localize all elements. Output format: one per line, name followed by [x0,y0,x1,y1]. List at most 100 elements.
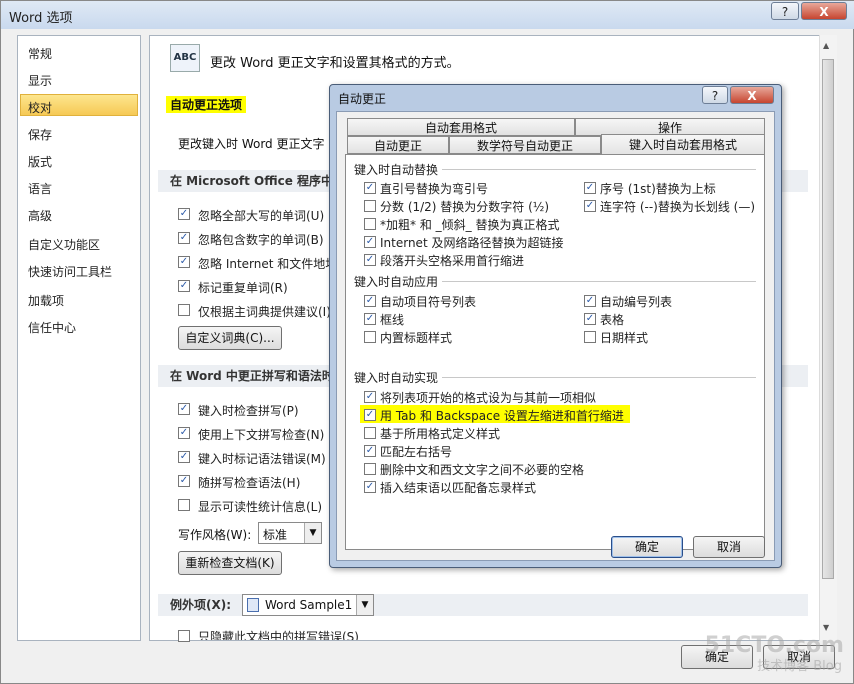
sidebar: 常规 显示 校对 保存 版式 语言 高级 自定义功能区 快速访问工具栏 加载项 … [17,35,141,641]
scroll-up-icon[interactable]: ▲ [823,41,829,50]
option-label: 匹配左右括号 [380,445,453,459]
autocorrect-dialog-title: 自动更正 [338,92,387,106]
checkbox-match-parentheses[interactable]: ✓ [364,445,376,457]
checkbox-date-styles[interactable] [584,331,596,343]
group-apply-title: 键入时自动应用 [354,275,439,289]
checkbox-smart-quotes[interactable]: ✓ [364,182,376,194]
exceptions-value: Word Sample1 [265,598,353,612]
sidebar-item-general[interactable]: 常规 [28,45,52,62]
option-label: 使用上下文拼写检查(N) [198,428,325,442]
scroll-thumb[interactable] [822,59,834,579]
checkbox-ignore-internet[interactable]: ✓ [178,256,190,268]
sidebar-item-layout[interactable]: 版式 [28,153,52,170]
option-label: 删除中文和西文文字之间不必要的空格 [380,463,585,477]
exceptions-label: 例外项(X): [170,598,232,612]
option-label: 连字符 (--)替换为长划线 (—) [600,200,756,214]
option-label: 插入结束语以匹配备忘录样式 [380,481,537,495]
writing-style-value: 标准 [263,528,288,542]
divider [442,281,756,282]
option-label: 框线 [380,313,405,327]
option-label: 分数 (1/2) 替换为分数字符 (½) [380,200,550,214]
checkbox-mark-grammar[interactable]: ✓ [178,451,190,463]
custom-dictionaries-button[interactable]: 自定义词典(C)... [178,326,282,350]
autocorrect-section-title: 自动更正选项 [166,96,247,113]
checkbox-hide-spelling[interactable] [178,630,190,642]
checkbox-ordinals[interactable]: ✓ [584,182,596,194]
option-label: 用 Tab 和 Backspace 设置左缩进和首行缩进 [380,409,624,423]
checkbox-check-spelling[interactable]: ✓ [178,403,190,415]
inner-ok-button[interactable]: 确定 [611,536,683,558]
option-label: 段落开头空格采用首行缩进 [380,254,525,268]
exceptions-select[interactable]: Word Sample1 ▼ [242,594,374,616]
tab-math-autocorrect[interactable]: 数学符号自动更正 [449,136,601,154]
option-label: 日期样式 [600,331,649,345]
checkbox-ignore-uppercase[interactable]: ✓ [178,208,190,220]
checkbox-tab-backspace[interactable]: ✓ [364,409,376,421]
checkbox-ignore-numbers[interactable]: ✓ [178,232,190,244]
writing-style-select[interactable]: 标准 ▼ [258,522,322,544]
checkbox-list-format[interactable]: ✓ [364,391,376,403]
scrollbar[interactable]: ▲ ▼ [819,35,837,641]
sidebar-item-quick-access[interactable]: 快速访问工具栏 [28,263,112,280]
sidebar-item-proofing[interactable]: 校对 [28,99,52,116]
autocorrect-dialog: 自动更正 ? X 自动套用格式 操作 自动更正 数学符号自动更正 键入时自动套用… [329,84,782,568]
document-icon [247,598,259,612]
inner-cancel-button[interactable]: 取消 [693,536,765,558]
autocorrect-body: 自动套用格式 操作 自动更正 数学符号自动更正 键入时自动套用格式 键入时自动替… [336,111,775,561]
checkbox-tables[interactable]: ✓ [584,313,596,325]
sidebar-item-addins[interactable]: 加载项 [28,292,64,309]
inner-close-button[interactable]: X [730,86,774,104]
checkbox-heading-styles[interactable] [364,331,376,343]
sidebar-item-customize-ribbon[interactable]: 自定义功能区 [28,236,100,253]
chevron-down-icon: ▼ [356,595,373,615]
checkbox-hyperlinks[interactable]: ✓ [364,236,376,248]
checkbox-first-line-indent[interactable]: ✓ [364,254,376,266]
checkbox-flag-repeated[interactable]: ✓ [178,280,190,292]
checkbox-define-styles[interactable] [364,427,376,439]
watermark-subtitle: 技术博客 Blog [757,659,842,674]
close-button[interactable]: X [801,2,847,20]
divider [442,377,756,378]
checkbox-bold-italic[interactable] [364,218,376,230]
option-label: *加粗* 和 _倾斜_ 替换为真正格式 [380,218,560,232]
option-label: 随拼写检查语法(H) [198,476,301,490]
checkbox-hyphens[interactable]: ✓ [584,200,596,212]
option-label: 表格 [600,313,625,327]
option-label: 自动编号列表 [600,295,673,309]
header-text: 更改 Word 更正文字和设置其格式的方式。 [210,56,460,71]
recheck-document-button[interactable]: 重新检查文档(K) [178,551,282,575]
checkbox-auto-bullets[interactable]: ✓ [364,295,376,307]
help-button[interactable]: ? [771,2,799,20]
tab-autocorrect[interactable]: 自动更正 [347,136,449,154]
scroll-down-icon[interactable]: ▼ [823,623,829,632]
checkbox-delete-spaces[interactable] [364,463,376,475]
checkbox-borders[interactable]: ✓ [364,313,376,325]
checkbox-readability[interactable] [178,499,190,511]
sidebar-item-display[interactable]: 显示 [28,72,52,89]
group-replace-title: 键入时自动替换 [354,163,439,177]
checkbox-auto-numbering[interactable]: ✓ [584,295,596,307]
option-label: 直引号替换为弯引号 [380,182,489,196]
checkbox-fractions[interactable] [364,200,376,212]
autocorrect-desc: 更改键入时 Word 更正文字 [178,137,325,151]
tab-panel: 键入时自动替换 ✓ 直引号替换为弯引号 分数 (1/2) 替换为分数字符 (½)… [345,154,765,550]
writing-style-label: 写作风格(W): [178,528,252,542]
sidebar-item-advanced[interactable]: 高级 [28,207,52,224]
sidebar-item-save[interactable]: 保存 [28,126,52,143]
checkbox-contextual-spelling[interactable]: ✓ [178,427,190,439]
tab-autoformat-as-you-type[interactable]: 键入时自动套用格式 [601,134,765,156]
checkbox-main-dict-only[interactable] [178,304,190,316]
checkbox-check-grammar[interactable]: ✓ [178,475,190,487]
checkbox-closing-phrase[interactable]: ✓ [364,481,376,493]
chevron-down-icon: ▼ [304,523,321,543]
sidebar-item-trust-center[interactable]: 信任中心 [28,319,76,336]
option-label: 只隐藏此文档中的拼写错误(S) [198,630,359,640]
sidebar-item-language[interactable]: 语言 [28,180,52,197]
title-bar[interactable]: Word 选项 ? X [1,1,854,29]
option-label: 标记重复单词(R) [198,281,288,295]
option-label: 仅根据主词典提供建议(I) [198,305,331,319]
inner-help-button[interactable]: ? [702,86,728,104]
divider [442,169,756,170]
tab-autoformat[interactable]: 自动套用格式 [347,118,575,136]
option-label: 基于所用格式定义样式 [380,427,501,441]
